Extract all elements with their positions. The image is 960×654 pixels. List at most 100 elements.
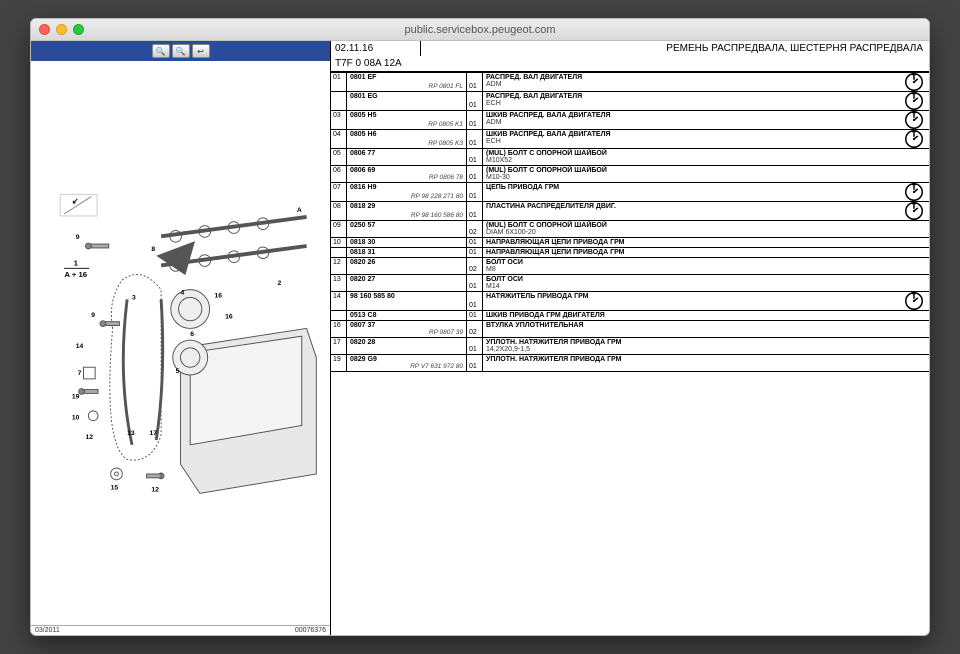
stopwatch-icon[interactable]: [905, 130, 923, 148]
svg-text:17: 17: [149, 430, 157, 437]
svg-text:16: 16: [214, 292, 222, 299]
part-desc-cell: ШКИВ ПРИВОДА ГРМ ДВИГАТЕЛЯ: [483, 311, 899, 320]
part-ref: 0805 H5: [350, 112, 463, 119]
part-row[interactable]: 08 0818 29 RP 98 160 586 80 01 ПЛАСТИНА …: [331, 202, 929, 221]
part-rp: RP 0805 K3: [350, 140, 463, 147]
part-row[interactable]: 04 0805 H6 RP 0805 K3 01 ШКИВ РАСПРЕД. В…: [331, 130, 929, 149]
part-spec: ADM: [486, 119, 896, 126]
part-row[interactable]: 14 98 160 585 80 01 НАТЯЖИТЕЛЬ ПРИВОДА Г…: [331, 292, 929, 311]
stopwatch-icon[interactable]: [905, 292, 923, 310]
part-row[interactable]: 0513 C8 01 ШКИВ ПРИВОДА ГРМ ДВИГАТЕЛЯ: [331, 311, 929, 321]
part-rp: RP 98 228 271 80: [350, 193, 463, 200]
part-desc-cell: УПЛОТН. НАТЯЖИТЕЛЯ ПРИВОДА ГРМ 14,2X20,9…: [483, 338, 899, 354]
part-qty: 01: [467, 355, 483, 371]
part-rp: RP V7 631 972 80: [350, 363, 463, 370]
part-number: [331, 248, 347, 257]
svg-text:12: 12: [151, 486, 159, 493]
part-spec: ADM: [486, 81, 896, 88]
part-qty: 02: [467, 321, 483, 337]
vehicle-code: T7F 0 08A 12A: [331, 56, 929, 71]
svg-text:3: 3: [132, 294, 136, 301]
part-row[interactable]: 05 0806 77 01 (MUL) БОЛТ С ОПОРНОЙ ШАЙБО…: [331, 149, 929, 166]
part-ref: 0250 57: [350, 222, 463, 229]
svg-text:15: 15: [111, 484, 119, 491]
maximize-icon[interactable]: [73, 24, 84, 35]
part-row[interactable]: 03 0805 H5 RP 0805 K1 01 ШКИВ РАСПРЕД. В…: [331, 111, 929, 130]
part-ref-cell: 0801 EF RP 0801 FL: [347, 73, 467, 91]
part-desc-cell: ВТУЛКА УПЛОТНИТЕЛЬНАЯ: [483, 321, 899, 337]
section-code: 02.11.16: [331, 41, 421, 56]
part-row[interactable]: 12 0820 26 02 БОЛТ ОСИ M8: [331, 258, 929, 275]
stopwatch-icon[interactable]: [905, 111, 923, 129]
svg-text:1: 1: [74, 258, 79, 267]
stopwatch-icon[interactable]: [905, 183, 923, 201]
part-name: НАПРАВЛЯЮЩАЯ ЦЕПИ ПРИВОДА ГРМ: [486, 249, 896, 256]
part-qty: 01: [467, 166, 483, 182]
part-stopwatch-cell: [899, 311, 929, 320]
part-name: ШКИВ ПРИВОДА ГРМ ДВИГАТЕЛЯ: [486, 312, 896, 319]
part-name: ЦЕПЬ ПРИВОДА ГРМ: [486, 184, 896, 191]
part-stopwatch-cell: [899, 149, 929, 165]
part-name: БОЛТ ОСИ: [486, 259, 896, 266]
part-row[interactable]: 16 0807 37 RP 0807 39 02 ВТУЛКА УПЛОТНИТ…: [331, 321, 929, 338]
part-stopwatch-cell: [899, 248, 929, 257]
part-name: РАСПРЕД. ВАЛ ДВИГАТЕЛЯ: [486, 93, 896, 100]
part-stopwatch-cell: [899, 73, 929, 91]
part-ref: 98 160 585 80: [350, 293, 463, 300]
part-row[interactable]: 19 0829 G9 RP V7 631 972 80 01 УПЛОТН. Н…: [331, 355, 929, 372]
part-desc-cell: ЦЕПЬ ПРИВОДА ГРМ: [483, 183, 899, 201]
part-desc-cell: БОЛТ ОСИ M14: [483, 275, 899, 291]
window-controls: [39, 24, 84, 35]
part-name: ВТУЛКА УПЛОТНИТЕЛЬНАЯ: [486, 322, 896, 329]
part-qty: 02: [467, 258, 483, 274]
close-icon[interactable]: [39, 24, 50, 35]
svg-text:5: 5: [176, 368, 180, 375]
part-qty: 01: [467, 130, 483, 148]
part-ref-cell: 0807 37 RP 0807 39: [347, 321, 467, 337]
part-stopwatch-cell: [899, 130, 929, 148]
part-qty: 01: [467, 92, 483, 110]
part-ref: 0801 EG: [350, 93, 463, 100]
stopwatch-icon[interactable]: [905, 73, 923, 91]
part-row[interactable]: 07 0816 H9 RP 98 228 271 80 01 ЦЕПЬ ПРИВ…: [331, 183, 929, 202]
part-ref: 0820 28: [350, 339, 463, 346]
section-title: РЕМЕНЬ РАСПРЕДВАЛА, ШЕСТЕРНЯ РАСПРЕДВАЛА: [421, 41, 929, 56]
part-desc-cell: РАСПРЕД. ВАЛ ДВИГАТЕЛЯ ECH: [483, 92, 899, 110]
part-row[interactable]: 10 0818 30 01 НАПРАВЛЯЮЩАЯ ЦЕПИ ПРИВОДА …: [331, 238, 929, 248]
part-row[interactable]: 09 0250 57 02 (MUL) БОЛТ С ОПОРНОЙ ШАЙБО…: [331, 221, 929, 238]
diagram-area[interactable]: 9 8 A 3 4 16 16 2 9 14 7 19 10 12: [31, 61, 330, 625]
part-ref-cell: 0820 28: [347, 338, 467, 354]
part-name: УПЛОТН. НАТЯЖИТЕЛЯ ПРИВОДА ГРМ: [486, 339, 896, 346]
part-desc-cell: НАТЯЖИТЕЛЬ ПРИВОДА ГРМ: [483, 292, 899, 310]
part-desc-cell: ШКИВ РАСПРЕД. ВАЛА ДВИГАТЕЛЯ ADM: [483, 111, 899, 129]
part-ref-cell: 0805 H6 RP 0805 K3: [347, 130, 467, 148]
part-rp: RP 98 160 586 80: [350, 212, 463, 219]
part-stopwatch-cell: [899, 183, 929, 201]
part-stopwatch-cell: [899, 202, 929, 220]
part-desc-cell: (MUL) БОЛТ С ОПОРНОЙ ШАЙБОЙ M10-30: [483, 166, 899, 182]
part-number: 04: [331, 130, 347, 148]
part-name: ПЛАСТИНА РАСПРЕДЕЛИТЕЛЯ ДВИГ.: [486, 203, 896, 210]
part-row[interactable]: 01 0801 EF RP 0801 FL 01 РАСПРЕД. ВАЛ ДВ…: [331, 73, 929, 92]
part-ref: 0829 G9: [350, 356, 463, 363]
part-row[interactable]: 0801 EG 01 РАСПРЕД. ВАЛ ДВИГАТЕЛЯ ECH: [331, 92, 929, 111]
part-row[interactable]: 0818 31 01 НАПРАВЛЯЮЩАЯ ЦЕПИ ПРИВОДА ГРМ: [331, 248, 929, 258]
part-row[interactable]: 17 0820 28 01 УПЛОТН. НАТЯЖИТЕЛЯ ПРИВОДА…: [331, 338, 929, 355]
part-desc-cell: НАПРАВЛЯЮЩАЯ ЦЕПИ ПРИВОДА ГРМ: [483, 248, 899, 257]
right-pane: 02.11.16 РЕМЕНЬ РАСПРЕДВАЛА, ШЕСТЕРНЯ РА…: [331, 41, 929, 635]
part-qty: 01: [467, 149, 483, 165]
reset-button[interactable]: ↩: [192, 44, 210, 58]
part-qty: 01: [467, 275, 483, 291]
part-row[interactable]: 06 0806 69 RP 0806 78 01 (MUL) БОЛТ С ОП…: [331, 166, 929, 183]
part-number: 09: [331, 221, 347, 237]
minimize-icon[interactable]: [56, 24, 67, 35]
app-window: public.servicebox.peugeot.com 🔍 🔍 ↩: [30, 18, 930, 636]
parts-list[interactable]: 01 0801 EF RP 0801 FL 01 РАСПРЕД. ВАЛ ДВ…: [331, 73, 929, 635]
part-row[interactable]: 13 0820 27 01 БОЛТ ОСИ M14: [331, 275, 929, 292]
part-name: (MUL) БОЛТ С ОПОРНОЙ ШАЙБОЙ: [486, 167, 896, 174]
stopwatch-icon[interactable]: [905, 202, 923, 220]
parts-header: 02.11.16 РЕМЕНЬ РАСПРЕДВАЛА, ШЕСТЕРНЯ РА…: [331, 41, 929, 73]
zoom-in-button[interactable]: 🔍: [152, 44, 170, 58]
stopwatch-icon[interactable]: [905, 92, 923, 110]
zoom-out-button[interactable]: 🔍: [172, 44, 190, 58]
